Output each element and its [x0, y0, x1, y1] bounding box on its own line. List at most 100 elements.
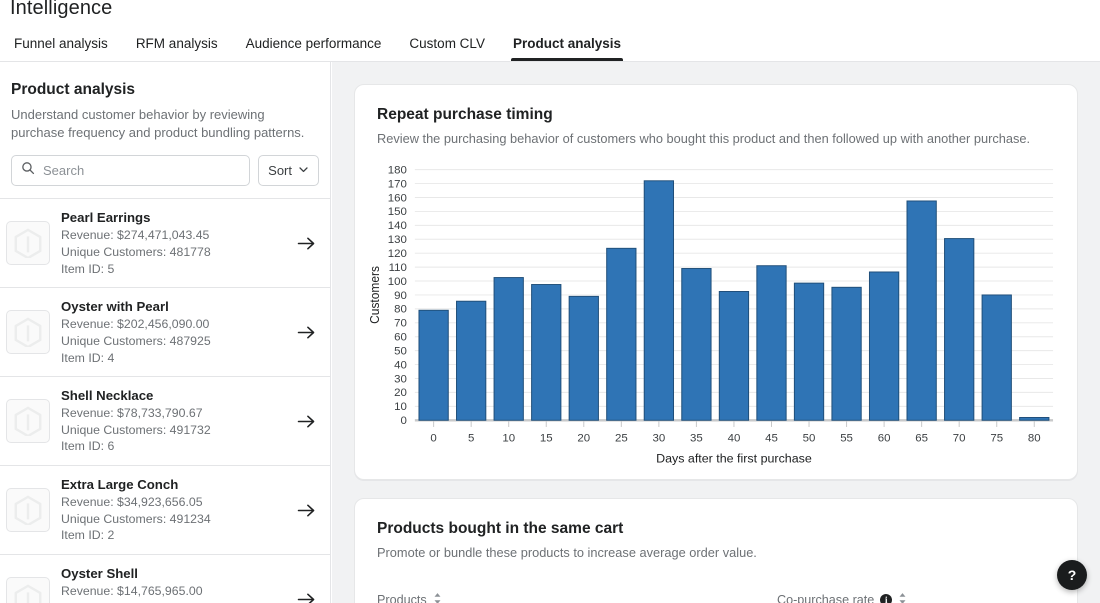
y-axis-tick-label: 180	[388, 165, 407, 177]
y-axis-tick-label: 170	[388, 179, 407, 191]
bar[interactable]	[644, 181, 673, 420]
bar[interactable]	[982, 295, 1011, 420]
product-list-sidebar: Product analysis Understand customer beh…	[0, 62, 331, 603]
tab-label: Product analysis	[513, 36, 621, 51]
bar[interactable]	[532, 285, 561, 421]
search-input[interactable]: Search	[11, 155, 250, 186]
y-axis-tick-label: 110	[389, 262, 407, 274]
tab-label: Audience performance	[246, 36, 382, 51]
y-axis-tick-label: 100	[388, 276, 407, 288]
repeat-purchase-timing-card: Repeat purchase timing Review the purcha…	[354, 84, 1078, 480]
bar[interactable]	[832, 288, 861, 421]
y-axis-tick-label: 130	[388, 235, 407, 247]
tab-label: Custom CLV	[409, 36, 485, 51]
column-header-products[interactable]: Products	[377, 592, 777, 603]
arrow-right-icon	[297, 325, 316, 340]
bar[interactable]	[719, 292, 748, 421]
info-icon[interactable]: i	[880, 594, 892, 603]
product-detail-arrow-button[interactable]	[293, 414, 319, 429]
product-item-id: Item ID: 6	[61, 438, 282, 455]
product-detail-arrow-button[interactable]	[293, 325, 319, 340]
product-revenue: Revenue: $34,923,656.05	[61, 494, 282, 511]
x-axis-tick-label: 80	[1028, 433, 1041, 445]
product-name: Shell Necklace	[61, 387, 282, 405]
list-item-body: Extra Large ConchRevenue: $34,923,656.05…	[61, 476, 282, 544]
bar[interactable]	[945, 239, 974, 421]
y-axis-tick-label: 150	[388, 207, 407, 219]
main-tabs: Funnel analysisRFM analysis Audience perf…	[0, 29, 1100, 61]
bar-chart-svg: 0102030405060708090100110120130140150160…	[365, 162, 1067, 470]
list-item[interactable]: Extra Large ConchRevenue: $34,923,656.05…	[0, 466, 330, 555]
product-item-id: Item ID: 2	[61, 527, 282, 544]
sort-arrows-icon[interactable]	[433, 592, 442, 603]
cart-card-subtitle: Promote or bundle these products to incr…	[377, 544, 1055, 562]
bar[interactable]	[457, 302, 486, 421]
list-item[interactable]: Pearl EarringsRevenue: $274,471,043.45Un…	[0, 199, 330, 288]
bar[interactable]	[494, 278, 523, 421]
x-axis-tick-label: 20	[577, 433, 590, 445]
x-axis-tick-label: 60	[878, 433, 891, 445]
cart-card-title: Products bought in the same cart	[377, 519, 1055, 538]
product-revenue: Revenue: $202,456,090.00	[61, 316, 282, 333]
sidebar-subtitle: Understand customer behavior by reviewin…	[11, 106, 318, 144]
list-item-body: Oyster with PearlRevenue: $202,456,090.0…	[61, 298, 282, 366]
product-detail-arrow-button[interactable]	[293, 503, 319, 518]
list-item-body: Oyster ShellRevenue: $14,765,965.00Uniqu…	[61, 565, 282, 603]
bar[interactable]	[794, 283, 823, 420]
product-detail-arrow-button[interactable]	[293, 236, 319, 251]
product-placeholder-icon	[13, 495, 43, 525]
product-item-id: Item ID: 5	[61, 261, 282, 278]
x-axis-tick-label: 40	[728, 433, 741, 445]
repeat-purchase-bar-chart: 0102030405060708090100110120130140150160…	[355, 148, 1077, 470]
bar[interactable]	[907, 201, 936, 420]
y-axis-tick-label: 120	[388, 248, 407, 260]
list-item-body: Shell NecklaceRevenue: $78,733,790.67Uni…	[61, 387, 282, 455]
y-axis-tick-label: 60	[394, 332, 407, 344]
tab-funnel-analysis[interactable]: Funnel analysis	[0, 37, 122, 62]
product-detail-arrow-button[interactable]	[293, 592, 319, 603]
x-axis-tick-label: 0	[430, 433, 436, 445]
x-axis-tick-label: 15	[540, 433, 553, 445]
help-button[interactable]: ?	[1057, 560, 1087, 590]
tab-custom-clv[interactable]: Custom CLV	[395, 37, 499, 62]
x-axis-tick-label: 30	[652, 433, 665, 445]
column-header-label: Co-purchase rate	[777, 593, 874, 603]
search-placeholder: Search	[43, 163, 84, 178]
arrow-right-icon	[297, 414, 316, 429]
main-content: Repeat purchase timing Review the purcha…	[332, 62, 1100, 603]
tab-audience-performance[interactable]: Audience performance	[232, 37, 396, 62]
sort-arrows-icon	[433, 592, 442, 603]
bar[interactable]	[569, 297, 598, 421]
x-axis-tick-label: 35	[690, 433, 703, 445]
tab-product-analysis[interactable]: Product analysis	[499, 37, 635, 62]
y-axis-tick-label: 140	[388, 221, 407, 233]
chart-card-subtitle: Review the purchasing behavior of custom…	[377, 130, 1055, 148]
product-unique-customers: Unique Customers: 481778	[61, 244, 282, 261]
sort-arrows-icon[interactable]	[898, 592, 907, 603]
product-revenue: Revenue: $274,471,043.45	[61, 227, 282, 244]
arrow-right-icon	[297, 592, 316, 603]
product-item-id: Item ID: 4	[61, 350, 282, 367]
bar[interactable]	[757, 266, 786, 421]
bar[interactable]	[869, 272, 898, 420]
x-axis-tick-label: 75	[990, 433, 1003, 445]
x-axis-tick-label: 25	[615, 433, 628, 445]
list-item-body: Pearl EarringsRevenue: $274,471,043.45Un…	[61, 209, 282, 277]
products-bought-same-cart-card: Products bought in the same cart Promote…	[354, 498, 1078, 603]
sort-button[interactable]: Sort	[258, 155, 319, 186]
list-item[interactable]: Oyster with PearlRevenue: $202,456,090.0…	[0, 288, 330, 377]
bar[interactable]	[682, 269, 711, 421]
column-header-co-purchase-rate[interactable]: Co-purchase rate i	[777, 592, 907, 603]
tab-rfm-analysis[interactable]: RFM analysis	[122, 37, 232, 62]
list-item[interactable]: Shell NecklaceRevenue: $78,733,790.67Uni…	[0, 377, 330, 466]
arrow-right-icon	[297, 503, 316, 518]
co-purchase-table: ProductsCo-purchase rate i	[355, 562, 1077, 603]
bar[interactable]	[607, 249, 636, 421]
product-revenue: Revenue: $78,733,790.67	[61, 405, 282, 422]
bar[interactable]	[1020, 418, 1049, 421]
product-name: Oyster with Pearl	[61, 298, 282, 316]
chart-card-title: Repeat purchase timing	[377, 105, 1055, 124]
bar[interactable]	[419, 311, 448, 421]
sidebar-title: Product analysis	[11, 81, 318, 100]
list-item[interactable]: Oyster ShellRevenue: $14,765,965.00Uniqu…	[0, 555, 330, 603]
